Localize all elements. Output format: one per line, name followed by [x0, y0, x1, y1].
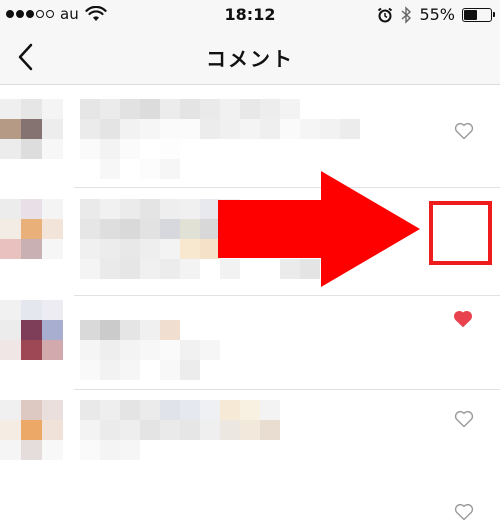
battery-fill: [464, 9, 477, 20]
status-right: 55%: [377, 5, 495, 24]
battery-percentage: 55%: [419, 5, 455, 24]
bluetooth-icon: [401, 5, 412, 24]
alarm-clock-icon: [378, 7, 393, 22]
heart-outline-icon[interactable]: [454, 503, 474, 521]
comment-row: [0, 390, 500, 521]
blurred-comment-text: [80, 400, 280, 460]
avatar: [0, 300, 63, 360]
status-bar: au 18:12 55%: [0, 0, 500, 30]
heart-outline-icon[interactable]: [454, 122, 474, 140]
battery-icon: [462, 7, 495, 22]
avatar: [0, 99, 63, 159]
page-title: コメント: [206, 47, 294, 71]
blurred-comment-text: [80, 99, 360, 179]
comment-row: [0, 296, 500, 428]
avatar: [0, 199, 63, 259]
annotation-arrow-icon: [218, 171, 420, 287]
navigation-bar: コメント: [0, 30, 500, 85]
avatar: [0, 400, 63, 460]
blurred-comment-text: [80, 320, 220, 380]
annotation-highlight-box: [429, 201, 492, 265]
